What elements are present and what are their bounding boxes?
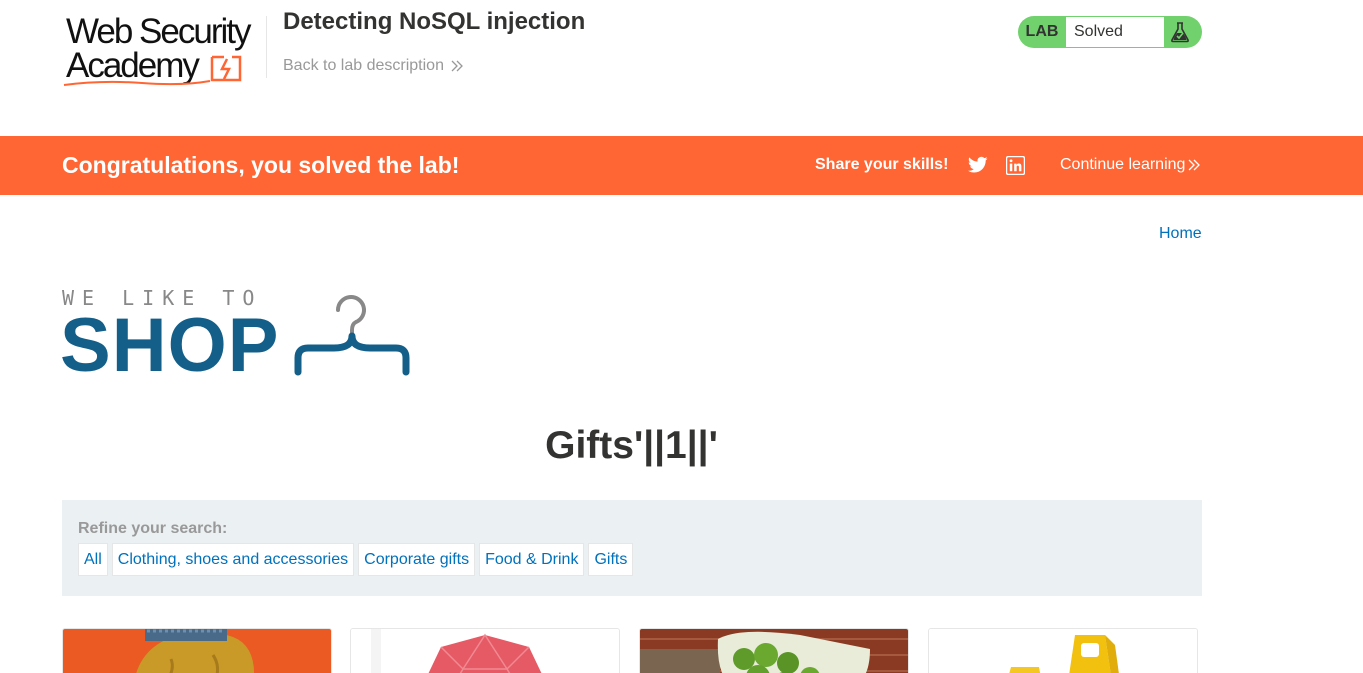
category-filter-list: All Clothing, shoes and accessories Corp… bbox=[78, 543, 634, 576]
twitter-icon[interactable] bbox=[968, 156, 988, 174]
shop-logo[interactable]: WE LIKE TO SHOP bbox=[60, 286, 422, 388]
product-image bbox=[351, 629, 619, 673]
share-your-skills-label: Share your skills! bbox=[815, 156, 949, 173]
congratulations-message: Congratulations, you solved the lab! bbox=[62, 152, 460, 178]
lab-solved-banner: Congratulations, you solved the lab! Sha… bbox=[0, 136, 1363, 195]
back-to-lab-description-link[interactable]: Back to lab description bbox=[283, 57, 464, 75]
product-card[interactable] bbox=[639, 628, 909, 673]
refine-search-label: Refine your search: bbox=[78, 520, 228, 537]
continue-learning-label: Continue learning bbox=[1060, 156, 1186, 173]
double-chevron-right-icon bbox=[1188, 159, 1201, 171]
product-image bbox=[63, 629, 331, 673]
logo-swoosh bbox=[63, 80, 211, 86]
double-chevron-right-icon bbox=[451, 60, 463, 72]
lab-title: Detecting NoSQL injection bbox=[283, 8, 586, 35]
filter-panel: Refine your search: All Clothing, shoes … bbox=[62, 500, 1202, 596]
linkedin-icon[interactable] bbox=[1006, 156, 1025, 175]
filter-all[interactable]: All bbox=[78, 543, 108, 576]
filter-gifts[interactable]: Gifts bbox=[588, 543, 634, 576]
category-heading: Gifts'||1||' bbox=[545, 424, 718, 467]
product-grid bbox=[62, 628, 1202, 673]
filter-corporate-gifts[interactable]: Corporate gifts bbox=[358, 543, 476, 576]
product-card[interactable] bbox=[62, 628, 332, 673]
header-divider bbox=[266, 16, 267, 78]
academy-header: Web Security Academy Detecting NoSQL inj… bbox=[0, 0, 1363, 136]
flask-icon bbox=[1171, 22, 1189, 43]
home-link[interactable]: Home bbox=[1159, 225, 1202, 243]
product-image bbox=[929, 629, 1197, 673]
hanger-icon bbox=[294, 295, 410, 376]
shop-logo-word: SHOP bbox=[60, 303, 280, 388]
product-card[interactable] bbox=[928, 628, 1198, 673]
web-security-academy-logo[interactable]: Web Security Academy bbox=[62, 12, 264, 86]
back-link-label: Back to lab description bbox=[283, 57, 444, 74]
filter-clothing-shoes-accessories[interactable]: Clothing, shoes and accessories bbox=[111, 543, 355, 576]
lab-status-widget: LAB Solved bbox=[1018, 16, 1202, 48]
lab-status-value: Solved bbox=[1066, 17, 1164, 47]
logo-bolt-icon bbox=[210, 55, 242, 82]
filter-food-and-drink[interactable]: Food & Drink bbox=[479, 543, 585, 576]
product-card[interactable] bbox=[350, 628, 620, 673]
continue-learning-link[interactable]: Continue learning bbox=[1060, 156, 1201, 174]
lab-status-label: LAB bbox=[1025, 23, 1059, 40]
product-image bbox=[640, 629, 908, 673]
